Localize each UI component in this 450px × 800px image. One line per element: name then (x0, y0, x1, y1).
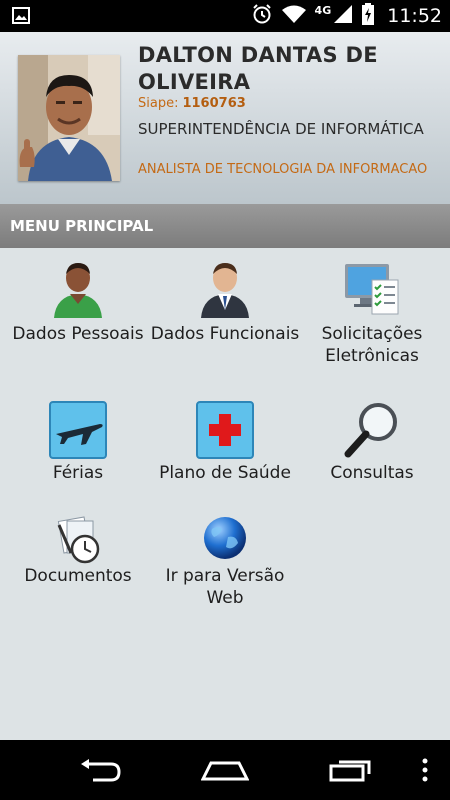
battery-icon (361, 3, 375, 29)
overflow-menu-icon[interactable] (405, 748, 445, 792)
home-icon[interactable] (190, 748, 260, 792)
airplane-icon (48, 400, 108, 460)
siape-label: Siape: (138, 96, 179, 111)
recents-icon[interactable] (316, 748, 386, 792)
menu-item-label: Plano de Saúde (159, 463, 291, 483)
menu-item-dados-pessoais[interactable]: Dados Pessoais (3, 258, 153, 378)
status-time: 11:52 (387, 5, 442, 27)
menu-item-label: Consultas (330, 463, 414, 483)
profile-header: DALTON DANTAS DE OLIVEIRA Siape: 1160763 … (0, 32, 450, 204)
menu-item-label: Documentos (24, 566, 132, 586)
red-cross-icon (195, 400, 255, 460)
menu-item-documentos[interactable]: Documentos (3, 515, 153, 610)
person-green-icon (48, 258, 108, 318)
back-icon[interactable] (65, 748, 135, 792)
menu-item-label: Ir para Versão Web (165, 566, 285, 608)
menu-header: MENU PRINCIPAL (0, 204, 450, 248)
user-name: DALTON DANTAS DE OLIVEIRA (138, 43, 378, 94)
role-text: ANALISTA DE TECNOLOGIA DA INFORMACAO (138, 162, 428, 177)
menu-item-label: Férias (52, 463, 104, 483)
department-text: SUPERINTENDÊNCIA DE INFORMÁTICA (138, 120, 424, 138)
menu-item-plano-de-saude[interactable]: Plano de Saúde (150, 400, 300, 510)
menu-item-label: Solicitações Eletrônicas (321, 324, 423, 366)
menu-item-dados-funcionais[interactable]: Dados Funcionais (150, 258, 300, 378)
alarm-icon (251, 3, 273, 29)
magnifier-icon (342, 400, 402, 460)
navigation-bar (0, 740, 450, 800)
image-icon (12, 7, 30, 28)
businessman-icon (195, 258, 255, 318)
menu-item-solicitacoes-eletronicas[interactable]: Solicitações Eletrônicas (297, 258, 447, 378)
siape-field: Siape: 1160763 (138, 96, 246, 111)
documents-clock-icon (53, 515, 103, 565)
avatar (18, 55, 120, 181)
network-type-label: 4G (314, 3, 332, 17)
globe-icon (202, 515, 248, 561)
menu-item-label: Dados Pessoais (12, 324, 144, 344)
computer-checklist-icon (342, 258, 402, 318)
signal-icon (333, 4, 353, 28)
menu-item-ferias[interactable]: Férias (3, 400, 153, 510)
menu-item-versao-web[interactable]: Ir para Versão Web (150, 515, 300, 610)
status-bar: 4G 11:52 (0, 0, 450, 32)
wifi-icon (281, 4, 307, 28)
menu-item-label: Dados Funcionais (150, 324, 300, 344)
menu-item-consultas[interactable]: Consultas (297, 400, 447, 510)
siape-value: 1160763 (182, 96, 246, 111)
